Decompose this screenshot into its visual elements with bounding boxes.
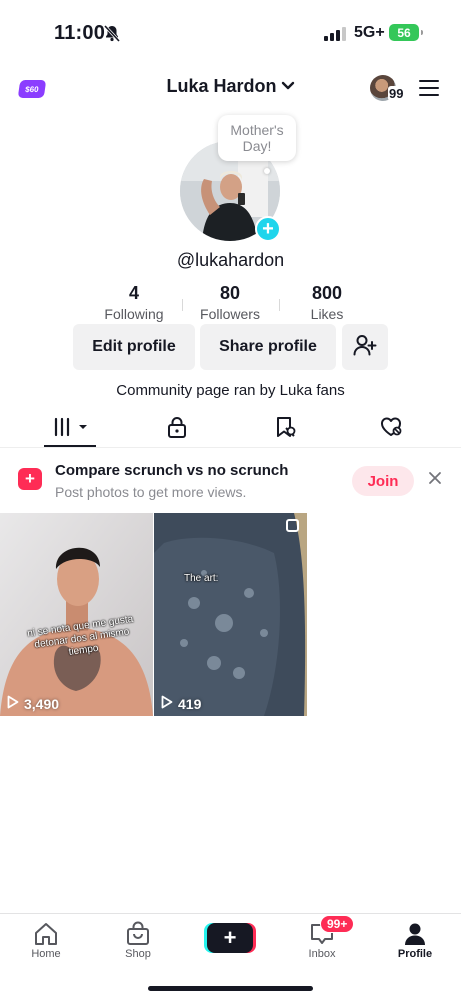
stat-followers[interactable]: 80 Followers — [180, 283, 280, 322]
tab-private[interactable] — [162, 416, 192, 442]
nav-profile[interactable]: Profile — [380, 920, 450, 960]
tab-videos[interactable] — [50, 416, 90, 442]
inbox-badge: 99+ — [320, 915, 355, 933]
photo-carousel-icon — [286, 519, 299, 532]
page-title: Luka Hardon — [166, 76, 277, 96]
lock-icon — [167, 416, 187, 443]
home-icon — [11, 920, 81, 948]
view-count: 3,490 — [7, 695, 59, 712]
profile-header: $60 Luka Hardon 99 — [0, 64, 461, 110]
stat-label: Likes — [310, 306, 344, 322]
edit-profile-button[interactable]: Edit profile — [73, 324, 195, 370]
profile-bio: Community page ran by Luka fans — [116, 382, 345, 399]
stat-following[interactable]: 4 Following — [84, 283, 184, 322]
stat-value: 80 — [219, 283, 241, 303]
status-time: 11:00 — [54, 22, 106, 44]
promo-title: Compare scrunch vs no scrunch — [55, 462, 289, 479]
join-button[interactable]: Join — [352, 466, 414, 496]
nav-label: Inbox — [308, 948, 336, 960]
signal-icon — [324, 27, 346, 41]
view-count-value: 3,490 — [24, 695, 60, 712]
share-profile-button[interactable]: Share profile — [200, 324, 336, 370]
shopping-bag-icon — [103, 920, 173, 948]
add-friend-button[interactable] — [342, 324, 388, 370]
note-bubble[interactable]: Mother's Day! — [218, 115, 296, 161]
nav-label: Shop — [125, 948, 151, 960]
network-type: 5G+ — [354, 24, 385, 41]
bookmark-hidden-icon — [274, 416, 296, 443]
video-thumbnail[interactable]: The art: 419 — [154, 513, 307, 716]
chevron-down-icon — [281, 78, 295, 96]
promo-banner[interactable]: + Compare scrunch vs no scrunch Post pho… — [0, 448, 461, 512]
profile-stats: 4 Following 80 Followers 800 Likes — [0, 283, 461, 323]
view-count: 419 — [161, 695, 201, 712]
play-icon — [7, 695, 19, 712]
profile-icon — [380, 920, 450, 948]
add-story-plus-icon[interactable]: + — [255, 216, 281, 242]
stat-label: Followers — [200, 306, 260, 322]
menu-icon[interactable] — [419, 80, 439, 101]
videos-grid-icon — [53, 417, 87, 442]
nav-shop[interactable]: Shop — [103, 920, 173, 960]
liked-hidden-icon — [379, 416, 403, 443]
battery-icon: 56 — [389, 24, 423, 41]
note-bubble-tail — [264, 168, 270, 174]
stat-value: 800 — [311, 283, 343, 303]
video-thumbnail[interactable]: ni se nota que me gusta detonar dos al m… — [0, 513, 153, 716]
content-tabs — [0, 410, 461, 448]
nav-label: Profile — [397, 948, 433, 960]
profile-handle: @lukahardon — [176, 250, 285, 270]
promo-subtitle: Post photos to get more views. — [55, 484, 247, 500]
nav-home[interactable]: Home — [11, 920, 81, 960]
play-icon — [161, 695, 173, 712]
view-count-value: 419 — [178, 695, 202, 712]
create-button[interactable]: + — [207, 923, 253, 953]
video-caption: The art: — [184, 573, 219, 584]
status-bar: 11:00 5G+ 56 — [0, 0, 461, 64]
tab-favorites[interactable] — [270, 416, 300, 442]
stat-label: Following — [104, 306, 164, 322]
home-indicator — [148, 986, 313, 991]
add-user-icon — [353, 334, 377, 361]
stat-value: 4 — [128, 283, 139, 303]
active-tab-indicator — [44, 445, 96, 447]
bell-muted-icon — [103, 24, 121, 47]
plus-icon: + — [223, 925, 237, 950]
close-icon[interactable] — [428, 471, 442, 490]
photo-plus-icon: + — [18, 468, 42, 490]
tab-liked[interactable] — [376, 416, 406, 442]
stat-likes[interactable]: 800 Likes — [277, 283, 377, 322]
friends-count: 99 — [388, 86, 405, 101]
nav-label: Home — [31, 948, 61, 960]
